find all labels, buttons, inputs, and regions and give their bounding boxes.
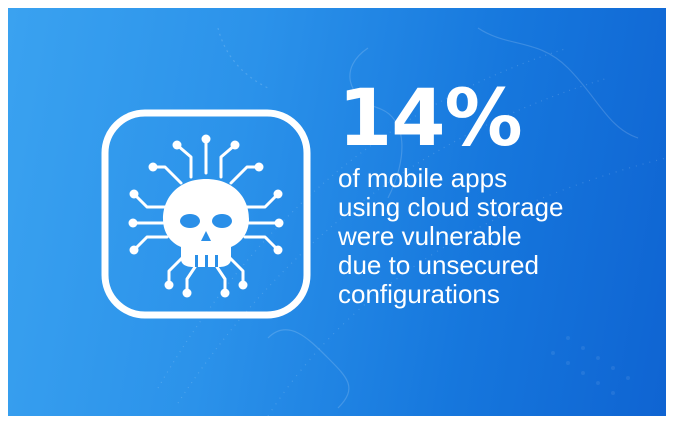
- stat-description-line: due to unsecured: [338, 250, 539, 280]
- statistic-block: 14% of mobile apps using cloud storage w…: [338, 76, 658, 309]
- stat-description-line: configurations: [338, 279, 500, 309]
- stat-description-line: of mobile apps: [338, 163, 508, 193]
- stat-description: of mobile apps using cloud storage were …: [338, 164, 658, 309]
- stat-description-line: using cloud storage: [338, 192, 564, 222]
- stat-description-line: were vulnerable: [338, 221, 522, 251]
- infographic-card: 14% of mobile apps using cloud storage w…: [8, 8, 666, 416]
- stat-value: 14%: [338, 74, 523, 164]
- skull-circuit-icon: [99, 107, 313, 321]
